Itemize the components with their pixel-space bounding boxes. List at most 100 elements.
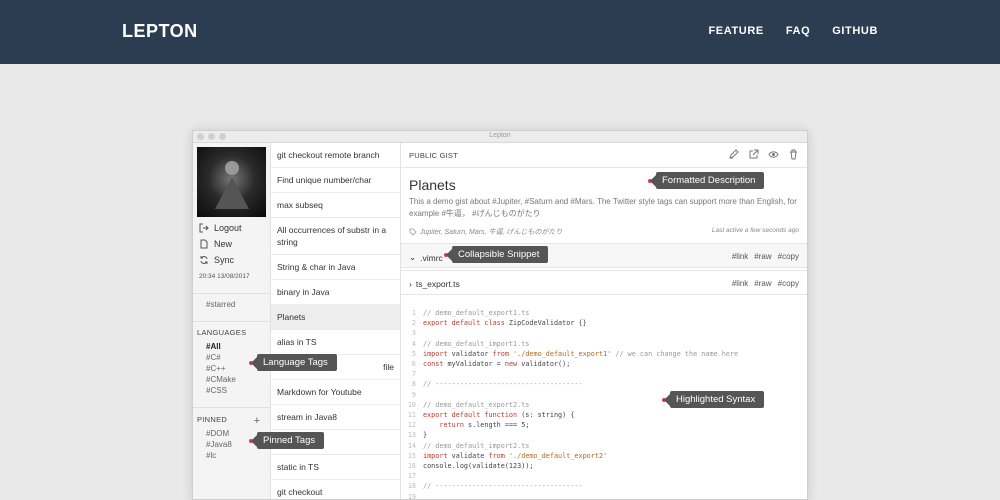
line-number: 10 xyxy=(407,400,416,409)
snippet-link-button[interactable]: #link xyxy=(732,279,748,288)
code-token: // ------------------------------------ xyxy=(423,482,583,491)
callout-label: Collapsible Snippet xyxy=(445,246,549,263)
code-line: 11 export default function (s: string) { xyxy=(401,410,807,420)
visibility-label: PUBLIC GIST xyxy=(409,151,458,160)
gist-list-item[interactable]: git checkout xyxy=(271,480,400,499)
gist-tags: Jupiter, Saturn, Mars, 牛逼, げんじものがたり xyxy=(409,227,562,237)
nav-link-github[interactable]: GITHUB xyxy=(832,25,878,37)
line-number: 17 xyxy=(407,472,416,481)
code-token: // demo_default_export2.ts xyxy=(423,400,530,409)
code-token: myValidator = xyxy=(443,360,505,369)
language-tag-cpp[interactable]: #C++ xyxy=(206,364,226,373)
gist-list-item-active[interactable]: Planets xyxy=(271,305,400,330)
pinned-tag-java8[interactable]: #Java8 xyxy=(206,440,232,449)
nav-link-feature[interactable]: FEATURE xyxy=(708,25,763,37)
trash-icon[interactable] xyxy=(788,149,799,160)
code-token: new xyxy=(504,360,518,369)
line-number: 9 xyxy=(411,390,416,399)
code-token: validate xyxy=(447,451,489,460)
code-line: 4 // demo_default_import1.ts xyxy=(401,339,807,349)
gist-list-item[interactable]: stream in Java8 xyxy=(271,405,400,430)
gist-list-item[interactable]: Markdown for Youtube xyxy=(271,380,400,405)
code-token: validator xyxy=(447,349,493,358)
logout-button[interactable]: Logout xyxy=(199,223,242,233)
code-line: 6 const myValidator = new validator(); xyxy=(401,359,807,369)
snippet-actions: #link #raw #copy xyxy=(732,252,799,261)
snippet-link-button[interactable]: #link xyxy=(732,252,748,261)
code-token: from xyxy=(492,349,509,358)
edit-icon[interactable] xyxy=(728,149,739,160)
snippet-toggle[interactable]: › ts_export.ts xyxy=(409,279,460,289)
gist-title: Planets xyxy=(409,177,456,193)
snippet-header: › ts_export.ts #link #raw #copy xyxy=(401,270,807,295)
sync-timestamp: 20:34 13/08/2017 xyxy=(199,273,250,280)
gist-list-item[interactable]: alias in TS xyxy=(271,330,400,355)
add-pinned-button[interactable]: + xyxy=(254,415,260,427)
sync-button[interactable]: Sync xyxy=(199,255,234,265)
gist-list-item[interactable]: Find unique number/char xyxy=(271,168,400,193)
chevron-down-icon: ⌄ xyxy=(409,252,417,262)
language-tag-all[interactable]: #All xyxy=(206,342,221,351)
code-token: (s: string) { xyxy=(517,411,575,420)
code-text: const myValidator = new validator(); xyxy=(423,359,570,369)
new-file-icon xyxy=(200,239,208,249)
snippet-toggle[interactable]: ⌄ .vimrc xyxy=(409,252,443,263)
gist-tags-text: Jupiter, Saturn, Mars, 牛逼, げんじものがたり xyxy=(420,229,563,236)
nav-link-faq[interactable]: FAQ xyxy=(786,25,810,37)
tag-starred[interactable]: #starred xyxy=(206,300,235,309)
gist-list-item[interactable]: binary in Java xyxy=(271,280,400,305)
pinned-tag-lc[interactable]: #lc xyxy=(206,451,216,460)
gist-list-item[interactable]: max subseq xyxy=(271,193,400,218)
sidebar-divider xyxy=(193,407,270,408)
tag-icon xyxy=(409,228,417,236)
avatar-head-shape xyxy=(225,161,239,175)
snippet-copy-button[interactable]: #copy xyxy=(778,279,799,288)
site-header: LEPTON FEATURE FAQ GITHUB xyxy=(0,0,1000,64)
gist-list-item[interactable]: static in TS xyxy=(271,455,400,480)
code-token: console.log(validate(123)); xyxy=(423,462,534,471)
code-text: import validate from './demo_default_exp… xyxy=(423,451,607,461)
gist-list-item[interactable]: String & char in Java xyxy=(271,255,400,280)
snippet-copy-button[interactable]: #copy xyxy=(778,252,799,261)
code-token: export default function xyxy=(423,411,518,420)
code-token: export default class xyxy=(423,319,505,328)
code-text: // demo_default_export1.ts xyxy=(423,308,529,318)
window-titlebar: Lepton xyxy=(193,131,807,143)
new-button[interactable]: New xyxy=(199,239,232,249)
callout-language-tags: Language Tags xyxy=(249,354,337,371)
code-token: // demo_default_import2.ts xyxy=(423,441,530,450)
code-token: return xyxy=(439,421,464,430)
line-number: 11 xyxy=(407,411,416,420)
code-token: s.length === 5; xyxy=(463,421,530,430)
pinned-heading: PINNED xyxy=(197,415,228,424)
open-external-icon[interactable] xyxy=(748,149,759,160)
gist-description: This a demo gist about #Jupiter, #Saturn… xyxy=(409,197,797,218)
line-number: 2 xyxy=(411,319,416,328)
language-tag-cmake[interactable]: #CMake xyxy=(206,375,236,384)
language-tag-csharp[interactable]: #C# xyxy=(206,353,221,362)
snippet-actions: #link #raw #copy xyxy=(732,279,799,288)
languages-heading: LANGUAGES xyxy=(197,328,247,337)
avatar xyxy=(197,147,266,217)
snippet-filename: .vimrc xyxy=(420,252,443,263)
code-token: './demo_default_export1' xyxy=(508,349,612,358)
code-text: // ------------------------------------ xyxy=(423,481,583,491)
logout-label: Logout xyxy=(214,223,242,233)
new-label: New xyxy=(214,239,233,249)
snippet-raw-button[interactable]: #raw xyxy=(754,252,771,261)
snippet-raw-button[interactable]: #raw xyxy=(754,279,771,288)
code-line: 14 // demo_default_import2.ts xyxy=(401,441,807,451)
pinned-tag-dom[interactable]: #DOM xyxy=(206,429,229,438)
code-line: 5 import validator from './demo_default_e… xyxy=(401,349,807,359)
line-number: 19 xyxy=(407,492,416,500)
callout-highlighted-syntax: Highlighted Syntax xyxy=(662,391,765,408)
gist-list-item[interactable]: All occurrences of substr in a string xyxy=(271,218,400,255)
code-text: } xyxy=(423,430,427,440)
language-tag-css[interactable]: #CSS xyxy=(206,386,227,395)
sidebar-divider xyxy=(193,321,270,322)
gist-list-item[interactable]: git checkout remote branch xyxy=(271,143,400,168)
code-line: 16 console.log(validate(123)); xyxy=(401,461,807,471)
brand-logo[interactable]: LEPTON xyxy=(122,21,198,42)
line-number: 4 xyxy=(411,339,416,348)
eye-icon[interactable] xyxy=(768,149,779,160)
